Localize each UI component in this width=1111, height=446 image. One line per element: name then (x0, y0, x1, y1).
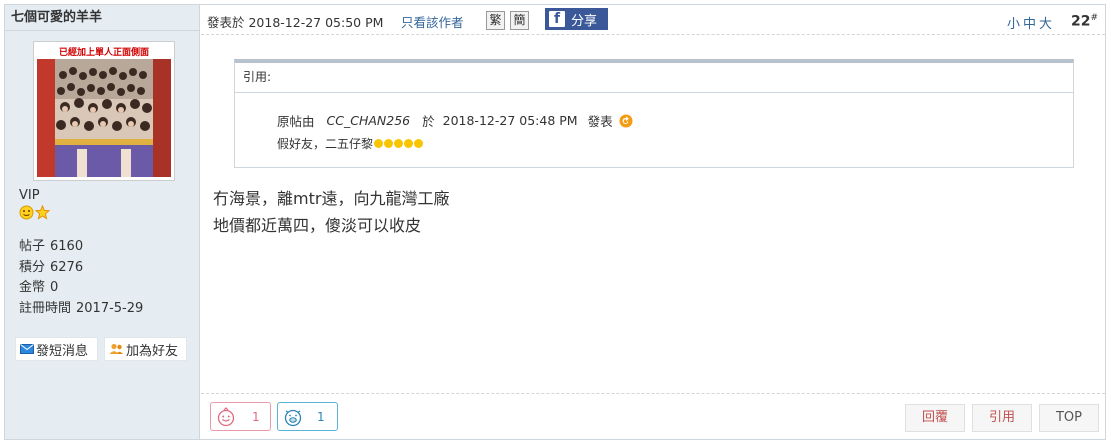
user-stats: 帖子 6160 積分 6276 金幣 0 註冊時間 2017-5-29 (19, 237, 143, 319)
smiley-badge-icon (19, 205, 34, 220)
font-size-switcher[interactable]: 小中大 (1007, 13, 1055, 32)
post-content-line: 冇海景，離mtr遠，向九龍灣工廠 (213, 189, 450, 208)
stat-posts: 帖子 6160 (19, 239, 84, 254)
reply-button[interactable]: 回覆 (905, 404, 965, 432)
quote-user[interactable]: CC_CHAN256 (327, 113, 411, 128)
happy-face-icon (217, 406, 235, 426)
user-group: VIP (19, 188, 40, 203)
stat-coins: 金幣 0 (19, 280, 59, 295)
quote-title: 引用: (235, 63, 1073, 93)
quote-text: 假好友，二五仔黎 (277, 135, 424, 152)
star-badge-icon (35, 205, 50, 220)
facebook-icon: f (549, 11, 565, 27)
quote-block: 引用: 原帖由 CC_CHAN256 於 2018-12-27 05:48 PM… (234, 59, 1074, 168)
add-friend-icon (109, 343, 123, 354)
emoji-icon (414, 139, 424, 148)
send-message-button[interactable]: 發短消息 (15, 337, 98, 361)
quote-button[interactable]: 引用 (972, 404, 1032, 432)
traditional-chinese-button[interactable]: 繁 (486, 11, 505, 30)
avatar-caption: 已經加上單人正面側面 (59, 46, 149, 58)
author-sidebar: 七個可愛的羊羊 已經加上單人正面側面 VIP 帖子 6160 積分 6276 金… (5, 5, 200, 439)
stat-points: 積分 6276 (19, 259, 84, 275)
emoji-icon (404, 139, 414, 148)
simplified-chinese-button[interactable]: 簡 (510, 11, 529, 30)
back-to-top-button[interactable]: TOP (1039, 404, 1099, 432)
author-only-link[interactable]: 只看該作者 (401, 12, 464, 31)
stat-register-date: 註冊時間 2017-5-29 (19, 300, 144, 316)
avatar[interactable]: 已經加上單人正面側面 (33, 41, 175, 181)
post-header: 發表於 2018-12-27 05:50 PM 只看該作者 繁 簡 f 分享 小… (201, 5, 1105, 35)
post-content: 冇海景，離mtr遠，向九龍灣工廠 地價都近萬四，傻淡可以收皮 (213, 185, 449, 239)
post-main: 發表於 2018-12-27 05:50 PM 只看該作者 繁 簡 f 分享 小… (201, 5, 1105, 439)
reaction-good-count: 1 (252, 409, 260, 424)
author-name[interactable]: 七個可愛的羊羊 (5, 5, 199, 31)
post-date: 發表於 2018-12-27 05:50 PM (207, 15, 384, 30)
emoji-icon (394, 139, 404, 148)
quote-time: 2018-12-27 05:48 PM (442, 113, 578, 128)
reaction-bad-button[interactable]: 1 (277, 402, 338, 431)
post-footer: 1 1 回覆 引用 TOP (201, 393, 1105, 439)
post-floor-number[interactable]: 22# (1071, 13, 1098, 30)
reaction-bad-count: 1 (317, 409, 325, 424)
avatar-image: 已經加上單人正面側面 (37, 45, 171, 177)
emoji-icon (384, 139, 394, 148)
emoji-icon (374, 139, 384, 148)
reaction-good-button[interactable]: 1 (210, 402, 271, 431)
facebook-share-button[interactable]: f 分享 (545, 8, 608, 30)
add-friend-button[interactable]: 加為好友 (104, 337, 187, 361)
forum-post: 七個可愛的羊羊 已經加上單人正面側面 VIP 帖子 6160 積分 6276 金… (4, 4, 1106, 440)
user-badges (19, 205, 50, 220)
jump-to-post-icon[interactable] (619, 114, 633, 128)
envelope-icon (20, 344, 34, 354)
pig-face-icon (284, 409, 302, 426)
post-content-line: 地價都近萬四，傻淡可以收皮 (213, 216, 422, 235)
quote-source: 原帖由 CC_CHAN256 於 2018-12-27 05:48 PM 發表 (277, 111, 633, 130)
